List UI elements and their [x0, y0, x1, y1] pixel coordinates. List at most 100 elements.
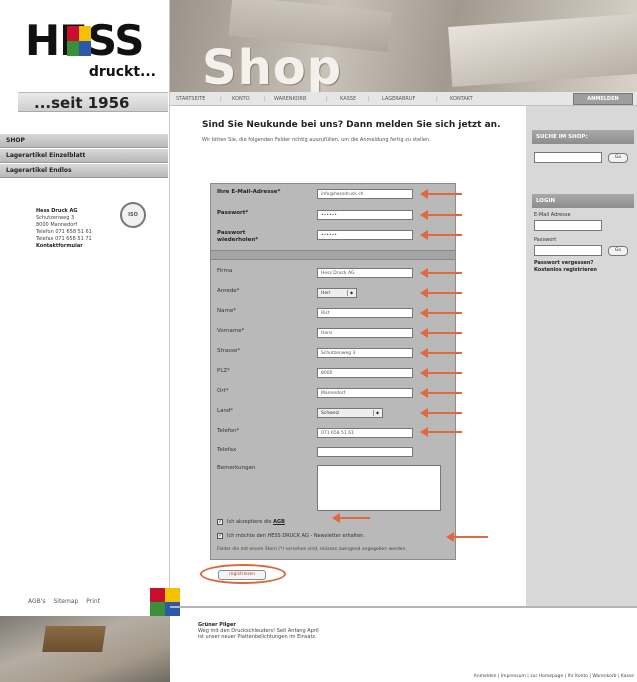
newsletter-label: Ich möchte den HESS DRUCK AG - Newslette…	[227, 533, 365, 539]
search-go-button[interactable]: Go	[608, 153, 628, 163]
arrow-indicator	[420, 308, 462, 318]
land-label: Land*	[217, 408, 234, 414]
submit-highlight: registrieren	[200, 564, 286, 584]
arrow-indicator	[420, 268, 462, 278]
logo-tagline: druckt...	[88, 64, 156, 80]
arrow-indicator	[332, 513, 370, 523]
news-line-2: ist unser neuer Plattenbelichtungen im E…	[198, 634, 317, 640]
strasse-field[interactable]: Schutzenweg 3	[317, 348, 413, 358]
arrow-indicator	[420, 348, 462, 358]
password-field[interactable]: ••••••	[317, 210, 413, 220]
news-teaser: Grüner Pilger Weg mit den Druckschleuder…	[198, 622, 319, 640]
arrow-indicator	[420, 328, 462, 338]
required-note: Felder die mit einem Stern (*) versehen …	[217, 547, 407, 552]
nav-kontakt[interactable]: KONTAKT	[450, 92, 473, 106]
arrow-indicator	[420, 189, 462, 199]
vorname-field[interactable]: Hans	[317, 328, 413, 338]
remarks-label: Bemerkungen	[217, 465, 256, 471]
login-password-input[interactable]	[534, 245, 602, 256]
agb-link[interactable]: AGB's	[28, 598, 46, 605]
login-email-label: E-Mail Adresse	[534, 212, 571, 218]
plz-field[interactable]: 8000	[317, 368, 413, 378]
chevron-updown-icon: ◆	[347, 290, 355, 296]
anrede-label: Anrede*	[217, 288, 240, 294]
bottom-link-bar[interactable]: Anmelden | Impressum | zur Homepage | Ih…	[300, 672, 637, 682]
header-banner: Shop	[170, 0, 637, 92]
login-title: LOGIN	[532, 194, 634, 208]
forgot-password-link[interactable]: Passwort vergessen?	[534, 260, 593, 266]
search-title: SUCHE IM SHOP:	[532, 130, 634, 144]
agb-checkbox[interactable]: ✓	[217, 519, 223, 525]
strasse-label: Strasse*	[217, 348, 241, 354]
arrow-indicator	[446, 532, 488, 542]
chevron-updown-icon: ◆	[373, 410, 381, 416]
since-banner: ...seit 1956	[18, 92, 168, 112]
newsletter-checkbox[interactable]: ✓	[217, 533, 223, 539]
leftnav-einzelblatt[interactable]: Lagerartikel Einzelblatt	[0, 149, 168, 163]
address-city: 8000 Mannedorf	[36, 222, 78, 228]
nav-lagerabruf[interactable]: LAGERABRUF	[382, 92, 415, 106]
login-go-button[interactable]: Go	[608, 246, 628, 256]
agb-terms-link[interactable]: AGB	[273, 519, 285, 525]
login-email-input[interactable]	[534, 220, 602, 231]
email-label: Ihre E-Mail-Adresse*	[217, 189, 281, 195]
sitemap-link[interactable]: Sitemap	[53, 598, 78, 605]
leftnav-shop[interactable]: SHOP	[0, 134, 168, 148]
right-sidebar: SUCHE IM SHOP: Go LOGIN E-Mail Adresse P…	[526, 106, 637, 606]
telefon-field[interactable]: 071 658 51 61	[317, 428, 413, 438]
print-link[interactable]: Print	[86, 598, 100, 605]
address-phone: Telefon 071 658 51 61	[36, 229, 92, 235]
top-navigation: STARTSEITE | KONTO | WARENKORB | KASSE |…	[170, 92, 637, 106]
vorname-label: Vorname*	[217, 328, 245, 334]
firma-field[interactable]: Hess Druck AG	[317, 268, 413, 278]
password-repeat-label: Passwort wiederholen*	[217, 230, 259, 243]
register-button[interactable]: registrieren	[218, 570, 266, 580]
left-column: HESS druckt... ...seit 1956 SHOP Lagerar…	[0, 0, 170, 682]
nav-kasse[interactable]: KASSE	[340, 92, 356, 106]
nav-startseite[interactable]: STARTSEITE	[176, 92, 205, 106]
password-label: Passwort*	[217, 210, 249, 216]
arrow-indicator	[420, 427, 462, 437]
hess-flag-icon	[150, 588, 180, 616]
remarks-textarea[interactable]	[317, 465, 441, 511]
telefax-label: Telefax	[217, 447, 237, 453]
nav-separator: |	[436, 96, 438, 102]
footer-divider	[170, 606, 637, 608]
footer-links: AGB's Sitemap Print	[28, 598, 106, 605]
form-divider	[211, 250, 455, 260]
iso-seal-icon: ISO	[120, 202, 146, 228]
search-input[interactable]	[534, 152, 602, 163]
telefon-label: Telefon*	[217, 428, 240, 434]
arrow-indicator	[420, 388, 462, 398]
leftnav-endlos[interactable]: Lagerartikel Endlos	[0, 164, 168, 178]
firma-label: Firma	[217, 268, 233, 274]
nav-konto[interactable]: KONTO	[232, 92, 250, 106]
nav-separator: |	[220, 96, 222, 102]
address-street: Schutzenweg 3	[36, 215, 75, 221]
print-shop-photo	[0, 616, 170, 682]
arrow-indicator	[420, 368, 462, 378]
name-field[interactable]: Rist	[317, 308, 413, 318]
arrow-indicator	[420, 408, 462, 418]
nav-anmelden-active[interactable]: ANMELDEN	[573, 93, 633, 105]
land-select[interactable]: Schweiz ◆	[317, 408, 383, 418]
password-repeat-field[interactable]: ••••••	[317, 230, 413, 240]
ort-field[interactable]: Mannedorf	[317, 388, 413, 398]
nav-separator: |	[264, 96, 266, 102]
telefax-field[interactable]	[317, 447, 413, 457]
logo-color-mark	[67, 26, 91, 56]
name-label: Name*	[217, 308, 236, 314]
anrede-value: Herr	[321, 291, 331, 296]
nav-separator: |	[368, 96, 370, 102]
anrede-select[interactable]: Herr ◆	[317, 288, 357, 298]
arrow-indicator	[420, 288, 462, 298]
intro-text: Wir bitten Sie, die folgenden Felder ric…	[202, 137, 431, 143]
contact-form-link[interactable]: Kontaktformular	[36, 243, 83, 249]
email-field[interactable]: info@hessdruck.ch	[317, 189, 413, 199]
register-free-link[interactable]: Kostenlos registrieren	[534, 267, 597, 273]
login-password-label: Passwort	[534, 237, 557, 243]
nav-warenkorb[interactable]: WARENKORB	[274, 92, 306, 106]
hess-logo[interactable]: HESS druckt...	[25, 20, 160, 90]
ort-label: Ort*	[217, 388, 229, 394]
address-fax: Telefax 071 658 51 71	[36, 236, 92, 242]
